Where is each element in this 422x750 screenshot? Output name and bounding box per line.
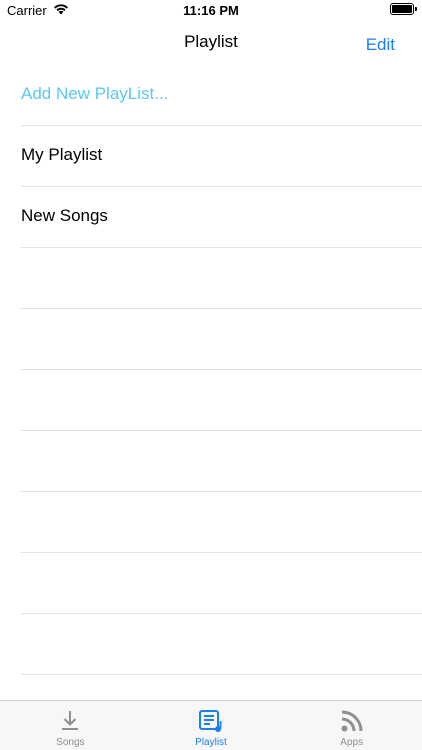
edit-button[interactable]: Edit	[366, 35, 395, 55]
list-item-label: My Playlist	[21, 145, 103, 164]
playlist-list: Add New PlayList... My Playlist New Song…	[0, 64, 422, 675]
empty-row	[21, 309, 422, 370]
tab-songs[interactable]: Songs	[0, 701, 141, 750]
status-bar: Carrier 11:16 PM	[0, 0, 422, 20]
add-playlist-label: Add New PlayList...	[21, 84, 169, 103]
add-playlist-row[interactable]: Add New PlayList...	[21, 64, 422, 126]
page-title: Playlist	[184, 32, 238, 51]
rss-icon	[339, 708, 365, 734]
battery-icon	[390, 3, 417, 15]
playlist-icon	[198, 708, 224, 734]
tab-apps[interactable]: Apps	[281, 701, 422, 750]
empty-row	[21, 248, 422, 309]
download-icon	[57, 708, 83, 734]
screen: Carrier 11:16 PM Playlist Edit Add New P…	[0, 0, 422, 750]
tab-bar: Songs Playlist Apps	[0, 700, 422, 750]
empty-row	[21, 431, 422, 492]
list-item[interactable]: New Songs	[21, 187, 422, 248]
empty-row	[21, 614, 422, 675]
list-item[interactable]: My Playlist	[21, 126, 422, 187]
tab-label: Apps	[340, 737, 364, 748]
list-item-label: New Songs	[21, 206, 108, 225]
status-time: 11:16 PM	[183, 3, 239, 18]
tab-label: Playlist	[195, 737, 227, 748]
empty-row	[21, 492, 422, 553]
empty-row	[21, 370, 422, 431]
tab-label: Songs	[56, 737, 85, 748]
nav-bar: Playlist Edit	[0, 20, 422, 64]
empty-row	[21, 553, 422, 614]
tab-playlist[interactable]: Playlist	[141, 701, 282, 750]
